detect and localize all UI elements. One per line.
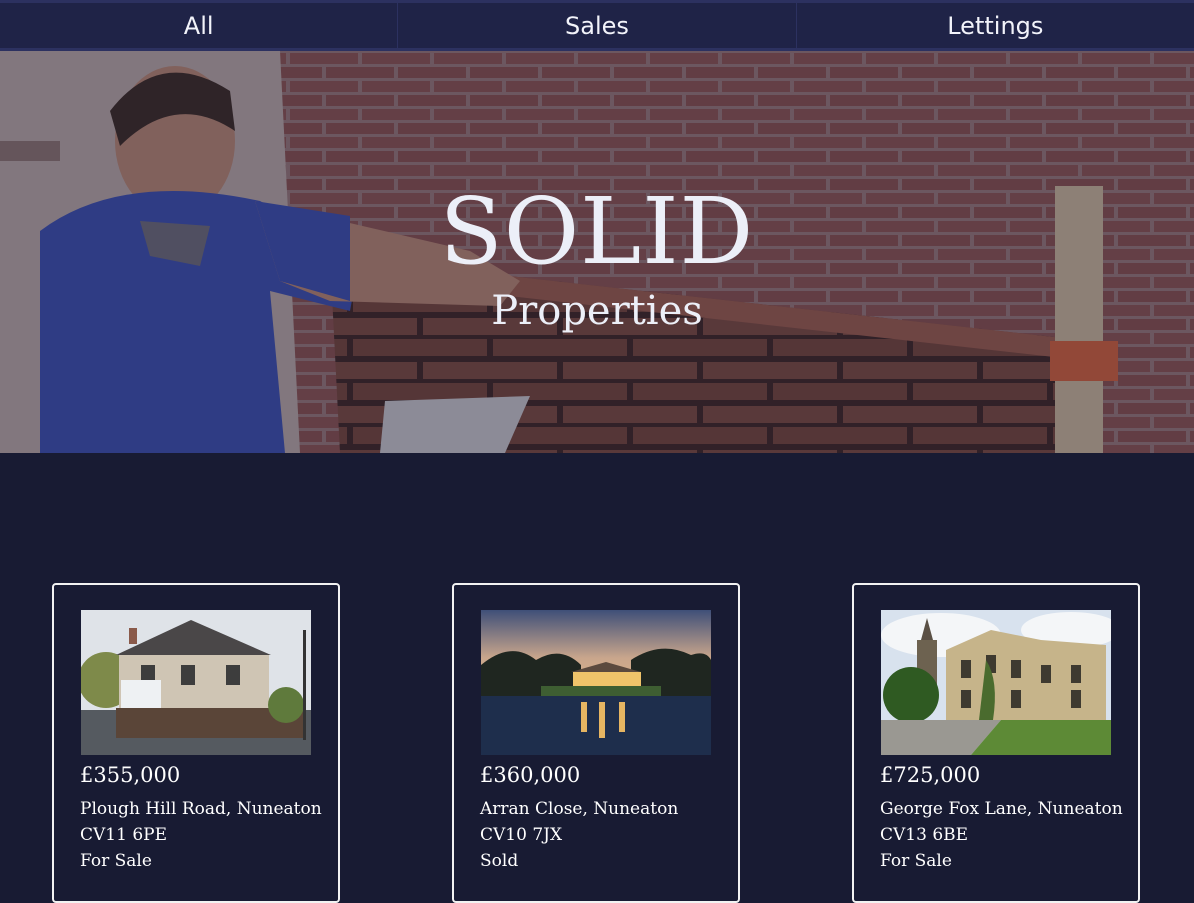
hero-title: SOLID — [439, 178, 755, 285]
listing-address: Plough Hill Road, Nuneaton — [80, 799, 322, 819]
listing-postcode: CV11 6PE — [80, 825, 167, 845]
mansion-photo-icon[interactable] — [881, 610, 1111, 755]
nav-bar: All Sales Lettings — [0, 0, 1194, 51]
lake-house-photo-icon[interactable] — [481, 610, 711, 755]
listing-price: £355,000 — [80, 763, 181, 787]
listing-status: For Sale — [880, 851, 952, 871]
listing-card[interactable]: £360,000 Arran Close, Nuneaton CV10 7JX … — [452, 583, 740, 903]
listing-address: George Fox Lane, Nuneaton — [880, 799, 1123, 819]
listing-price: £725,000 — [880, 763, 981, 787]
hero-subtitle: Properties — [491, 288, 703, 334]
tab-sales[interactable]: Sales — [397, 3, 795, 48]
listing-status: For Sale — [80, 851, 152, 871]
listing-card[interactable]: £355,000 Plough Hill Road, Nuneaton CV11… — [52, 583, 340, 903]
hero-banner: SOLID Properties — [0, 51, 1194, 453]
tab-all[interactable]: All — [0, 3, 397, 48]
listing-postcode: CV10 7JX — [480, 825, 563, 845]
listing-postcode: CV13 6BE — [880, 825, 969, 845]
listing-status: Sold — [480, 851, 519, 871]
listing-address: Arran Close, Nuneaton — [480, 799, 679, 819]
listing-price: £360,000 — [480, 763, 581, 787]
tab-lettings[interactable]: Lettings — [795, 3, 1194, 48]
listing-card[interactable]: £725,000 George Fox Lane, Nuneaton CV13 … — [852, 583, 1140, 903]
house-photo-icon[interactable] — [81, 610, 311, 755]
